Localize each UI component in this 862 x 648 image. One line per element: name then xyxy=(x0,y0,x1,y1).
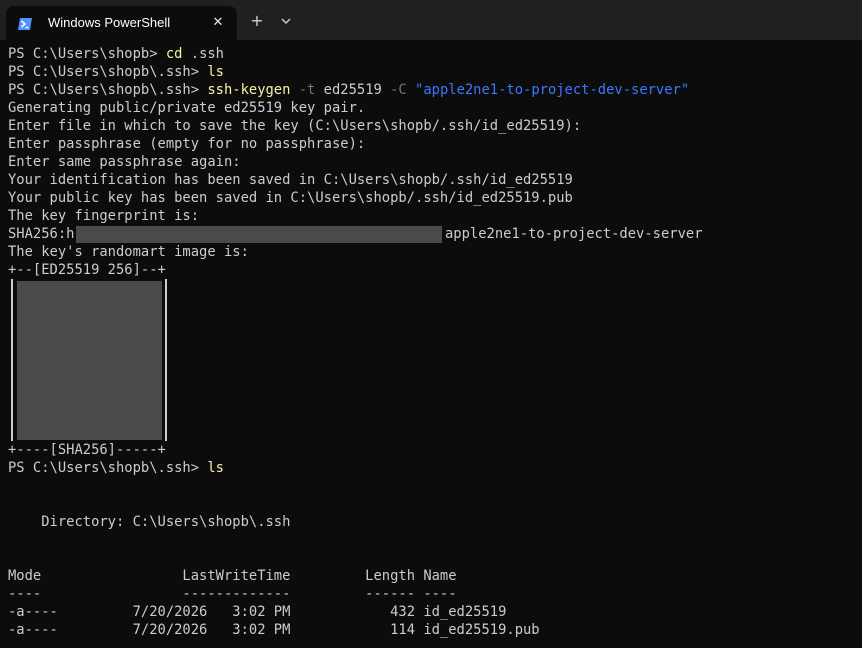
command: ssh-keygen xyxy=(207,82,291,98)
randomart-bottom: +----[SHA256]-----+ xyxy=(8,442,166,458)
prompt: PS C:\Users\shopb> xyxy=(8,46,166,62)
tab-windows-powershell[interactable]: Windows PowerShell ✕ xyxy=(6,6,237,40)
prompt: PS C:\Users\shopb\.ssh> xyxy=(8,64,208,80)
parameter: -t xyxy=(290,82,316,98)
output-line: Generating public/private ed25519 key pa… xyxy=(8,100,366,116)
output-line: Enter file in which to save the key (C:\… xyxy=(8,118,582,134)
command: ls xyxy=(207,64,224,80)
table-row: -a---- 7/20/2026 3:02 PM 432 id_ed25519 xyxy=(8,604,507,620)
new-tab-button[interactable]: + xyxy=(247,11,267,31)
table-row: -a---- 7/20/2026 3:02 PM 114 id_ed25519.… xyxy=(8,622,540,638)
close-icon[interactable]: ✕ xyxy=(208,13,228,33)
randomart-right-border xyxy=(165,279,167,441)
table-header: Mode LastWriteTime Length Name xyxy=(8,568,457,584)
output-line: Enter same passphrase again: xyxy=(8,154,241,170)
argument: .ssh xyxy=(182,46,224,62)
title-bar: Windows PowerShell ✕ + xyxy=(0,0,862,40)
prompt: PS C:\Users\shopb\.ssh> xyxy=(8,460,208,476)
prompt: PS C:\Users\shopb\.ssh> xyxy=(8,82,208,98)
directory-line: Directory: C:\Users\shopb\.ssh xyxy=(8,514,291,530)
prompt-line: PS C:\Users\shopb\.ssh> ls xyxy=(8,459,224,477)
terminal-output[interactable]: PS C:\Users\shopb> cd .ssh PS C:\Users\s… xyxy=(8,45,862,638)
string-argument: "apple2ne1-to-project-dev-server" xyxy=(406,82,690,98)
powershell-icon xyxy=(18,16,32,30)
randomart-label: The key's randomart image is: xyxy=(8,244,249,260)
prompt-line: PS C:\Users\shopb> cd .ssh xyxy=(8,45,224,63)
fingerprint-comment: apple2ne1-to-project-dev-server xyxy=(445,226,703,242)
prompt-line: PS C:\Users\shopb\.ssh> ssh-keygen -t ed… xyxy=(8,81,689,99)
redacted-fingerprint xyxy=(76,226,442,243)
argument: ed25519 xyxy=(315,82,382,98)
randomart-top: +--[ED25519 256]--+ xyxy=(8,262,166,278)
command: cd xyxy=(165,46,183,62)
chevron-down-icon[interactable] xyxy=(276,11,296,31)
command: ls xyxy=(207,460,224,476)
output-line: Your identification has been saved in C:… xyxy=(8,172,573,188)
table-underline: ---- ------------- ------ ---- xyxy=(8,586,457,602)
output-line: Your public key has been saved in C:\Use… xyxy=(8,190,573,206)
parameter: -C xyxy=(381,82,407,98)
tab-title: Windows PowerShell xyxy=(48,15,171,30)
randomart-left-border xyxy=(11,279,13,441)
output-line: The key fingerprint is: xyxy=(8,208,200,224)
fingerprint-prefix: SHA256:h xyxy=(8,226,75,242)
output-line: Enter passphrase (empty for no passphras… xyxy=(8,136,366,152)
redacted-randomart xyxy=(17,281,162,440)
prompt-line: PS C:\Users\shopb\.ssh> ls xyxy=(8,63,224,81)
